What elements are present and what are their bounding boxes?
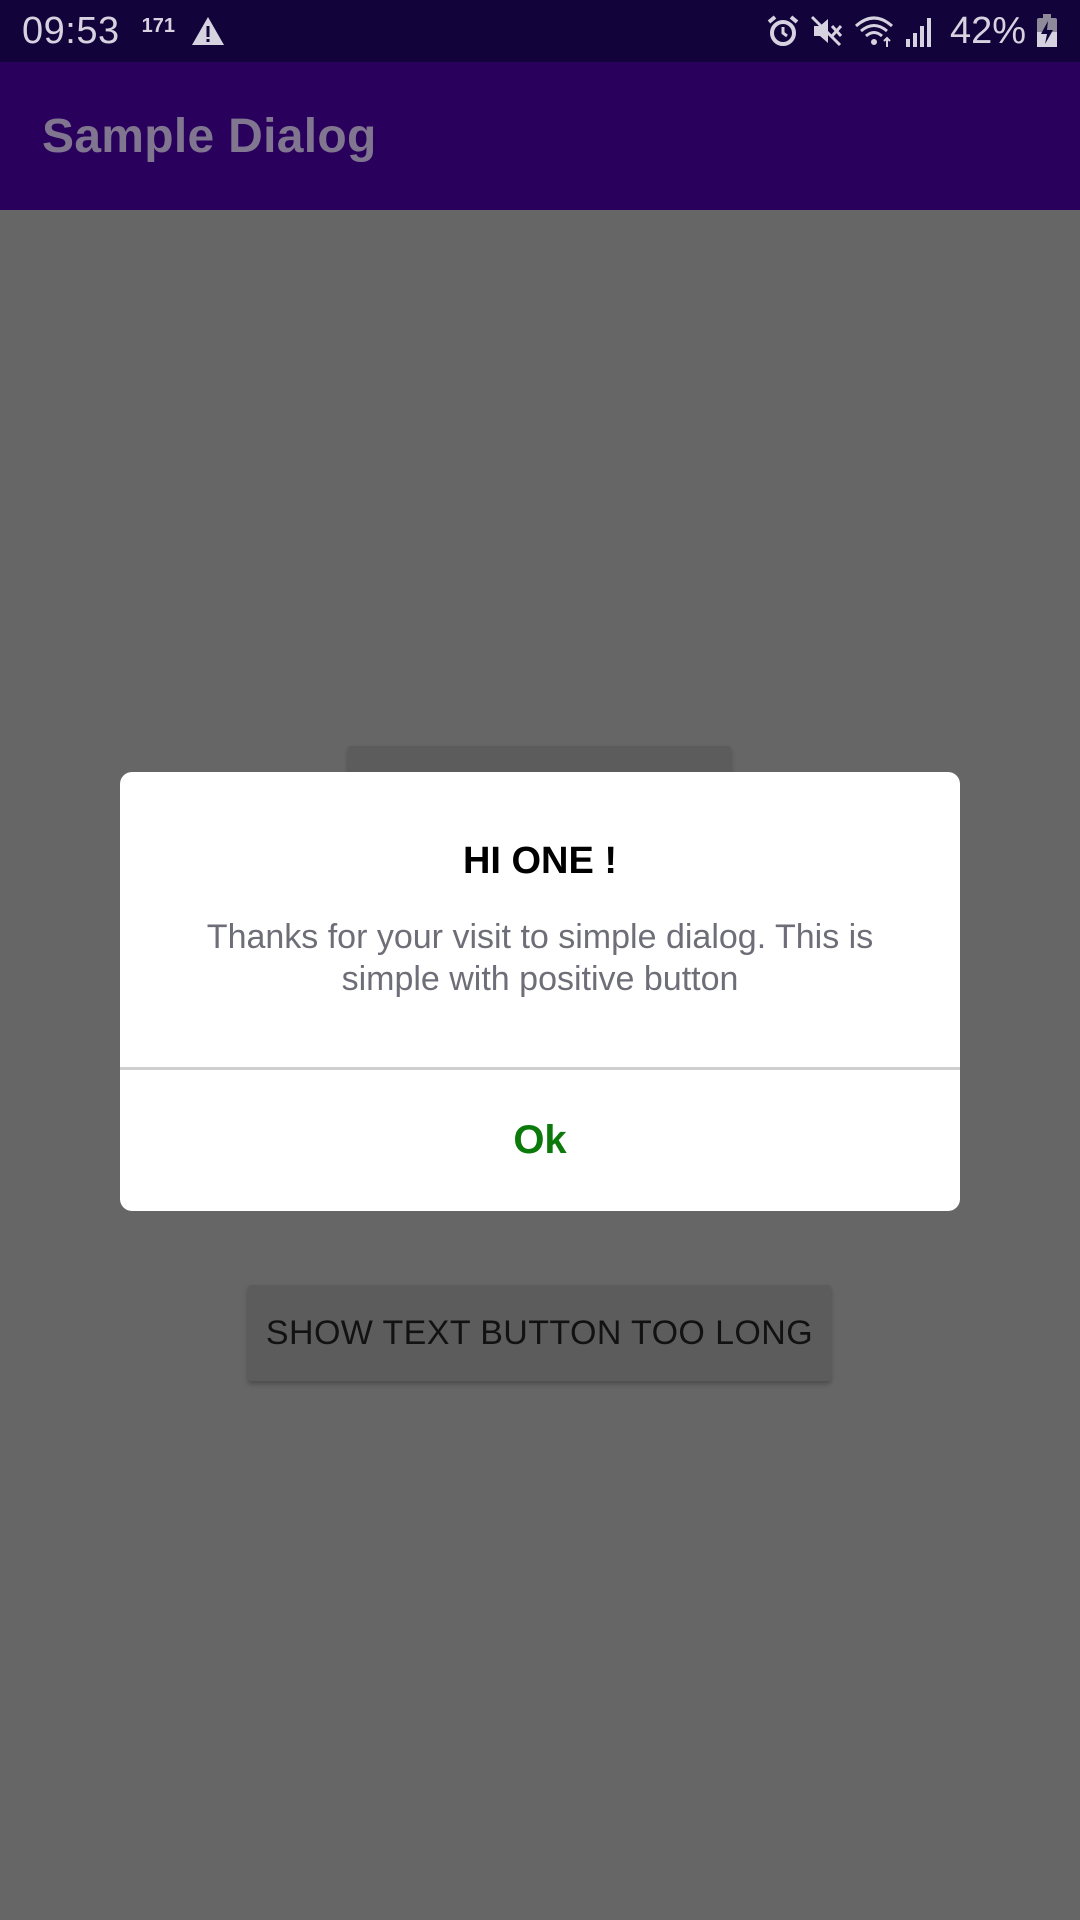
alert-dialog: HI ONE ! Thanks for your visit to simple… [120,772,960,1211]
status-right: 42% [766,10,1058,53]
mute-icon [810,14,844,48]
battery-charging-icon [1036,14,1058,48]
app-bar: Sample Dialog [0,62,1080,210]
dialog-title: HI ONE ! [462,840,618,882]
dialog-message: Thanks for your visit to simple dialog. … [206,918,874,998]
show-text-button-label: SHOW TEXT BUTTON TOO LONG [265,1313,814,1352]
battery-percent: 42% [949,9,1026,52]
ok-button-label: Ok [513,1118,567,1162]
warning-icon [191,16,225,46]
show-text-button-too-long[interactable]: SHOW TEXT BUTTON TOO LONG [248,1285,831,1381]
notification-count: 171 [141,14,175,37]
ok-button[interactable]: Ok [120,1070,960,1211]
status-left: 09:53 171 [22,10,766,53]
status-bar: 09:53 171 42% [0,0,1080,62]
app-title: Sample Dialog [42,109,377,163]
signal-icon [904,15,934,47]
wifi-icon [854,14,894,48]
status-time: 09:53 [22,9,120,52]
alarm-icon [766,14,800,48]
screen: 09:53 171 42% Sample Dialog SHOW TEXT BU… [0,0,1080,1920]
